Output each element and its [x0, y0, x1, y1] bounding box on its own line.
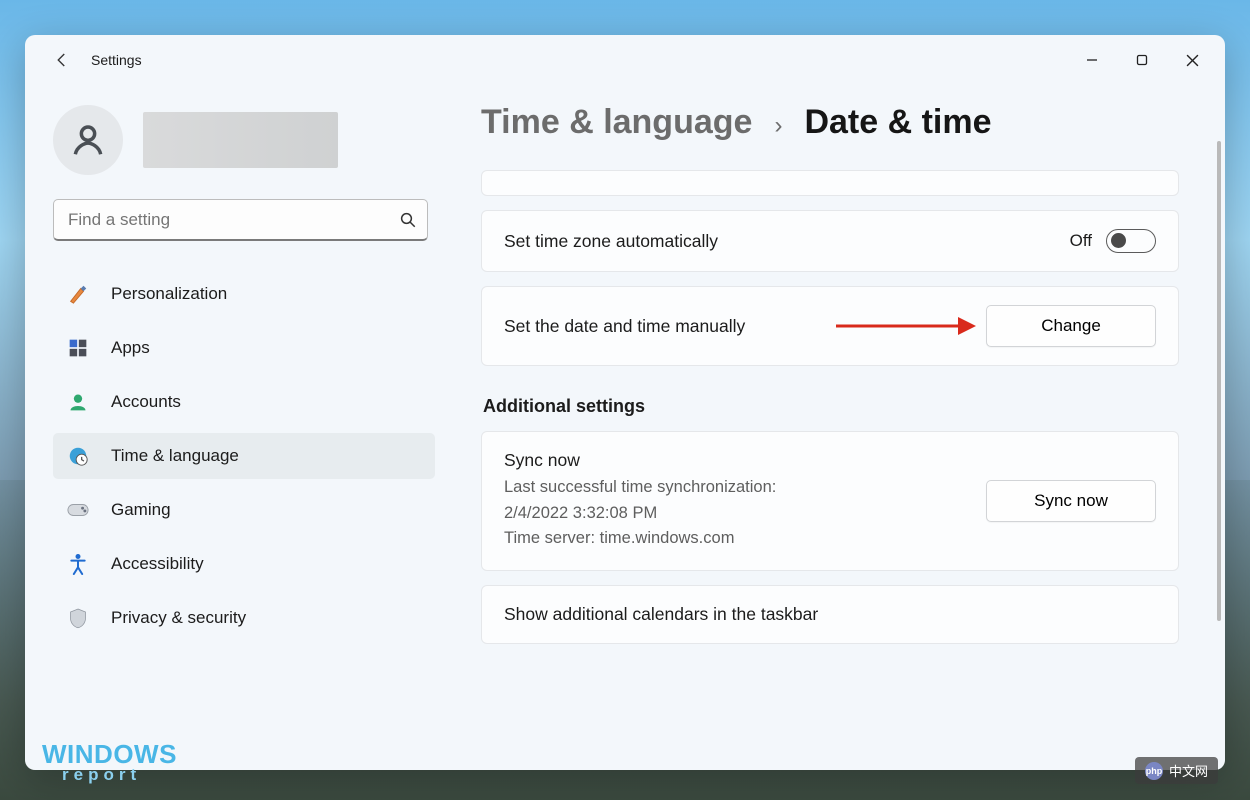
sidebar-item-label: Accounts [111, 392, 181, 412]
person-icon [69, 121, 107, 159]
sidebar-item-apps[interactable]: Apps [53, 325, 435, 371]
arrow-left-icon [53, 51, 71, 69]
sidebar-item-label: Apps [111, 338, 150, 358]
annotation-arrow [836, 320, 976, 332]
sidebar-item-label: Accessibility [111, 554, 204, 574]
minimize-button[interactable] [1067, 40, 1117, 80]
badge-text: 中文网 [1169, 761, 1208, 780]
sync-now-button[interactable]: Sync now [986, 480, 1156, 522]
source-badge: php 中文网 [1135, 757, 1218, 784]
sidebar-item-personalization[interactable]: Personalization [53, 271, 435, 317]
php-icon: php [1145, 762, 1163, 780]
sidebar-item-accessibility[interactable]: Accessibility [53, 541, 435, 587]
sidebar-item-gaming[interactable]: Gaming [53, 487, 435, 533]
panel-additional-calendars[interactable]: Show additional calendars in the taskbar [481, 585, 1179, 644]
shield-icon [67, 607, 89, 629]
close-button[interactable] [1167, 40, 1217, 80]
settings-window: Settings [25, 35, 1225, 770]
close-icon [1186, 54, 1199, 67]
change-datetime-button[interactable]: Change [986, 305, 1156, 347]
main-scrollbar[interactable] [1217, 141, 1221, 621]
avatar [53, 105, 123, 175]
apps-icon [67, 337, 89, 359]
toggle-knob [1111, 233, 1126, 248]
back-button[interactable] [45, 43, 79, 77]
accessibility-icon [67, 553, 89, 575]
sync-last-time: 2/4/2022 3:32:08 PM [504, 501, 986, 527]
setting-label: Set the date and time manually [504, 316, 836, 337]
watermark-logo: WINDOWS report [42, 743, 177, 782]
sidebar: Personalization Apps Accounts [25, 85, 455, 770]
breadcrumb-current: Date & time [804, 103, 991, 142]
toggle-state-text: Off [1070, 231, 1092, 251]
breadcrumb-parent[interactable]: Time & language [481, 103, 752, 142]
sidebar-item-time-language[interactable]: Time & language [53, 433, 435, 479]
globe-clock-icon [67, 445, 89, 467]
main-pane: Time & language › Date & time Set time z… [455, 85, 1225, 770]
sidebar-item-label: Time & language [111, 446, 239, 466]
search-icon [399, 211, 417, 229]
gamepad-icon [67, 499, 89, 521]
sync-title: Sync now [504, 450, 986, 471]
sync-server: Time server: time.windows.com [504, 526, 986, 552]
sidebar-item-accounts[interactable]: Accounts [53, 379, 435, 425]
setting-label: Show additional calendars in the taskbar [504, 604, 1156, 625]
search-container [53, 199, 435, 241]
sidebar-item-privacy[interactable]: Privacy & security [53, 595, 435, 641]
toggle-group: Off [1070, 229, 1156, 253]
window-title: Settings [91, 52, 142, 68]
setting-label: Set time zone automatically [504, 231, 1070, 252]
watermark-line1: WINDOWS [42, 743, 177, 766]
paintbrush-icon [67, 283, 89, 305]
window-controls [1067, 40, 1217, 80]
titlebar: Settings [25, 35, 1225, 85]
sidebar-nav: Personalization Apps Accounts [53, 263, 435, 760]
profile-block[interactable] [53, 95, 435, 199]
minimize-icon [1086, 54, 1098, 66]
maximize-icon [1136, 54, 1148, 66]
sidebar-item-label: Privacy & security [111, 608, 246, 628]
account-icon [67, 391, 89, 413]
window-content: Personalization Apps Accounts [25, 85, 1225, 770]
panel-auto-timezone: Set time zone automatically Off [481, 210, 1179, 272]
panel-sync-now: Sync now Last successful time synchroniz… [481, 431, 1179, 571]
section-heading: Additional settings [483, 396, 1179, 417]
auto-timezone-toggle[interactable] [1106, 229, 1156, 253]
profile-name-redacted [143, 112, 338, 168]
chevron-right-icon: › [774, 112, 782, 140]
maximize-button[interactable] [1117, 40, 1167, 80]
sidebar-item-label: Personalization [111, 284, 227, 304]
sync-last-label: Last successful time synchronization: [504, 475, 986, 501]
panel-manual-datetime: Set the date and time manually Change [481, 286, 1179, 366]
breadcrumb: Time & language › Date & time [481, 103, 1179, 142]
panel-truncated-top [481, 170, 1179, 196]
sidebar-item-label: Gaming [111, 500, 171, 520]
search-input[interactable] [53, 199, 428, 241]
